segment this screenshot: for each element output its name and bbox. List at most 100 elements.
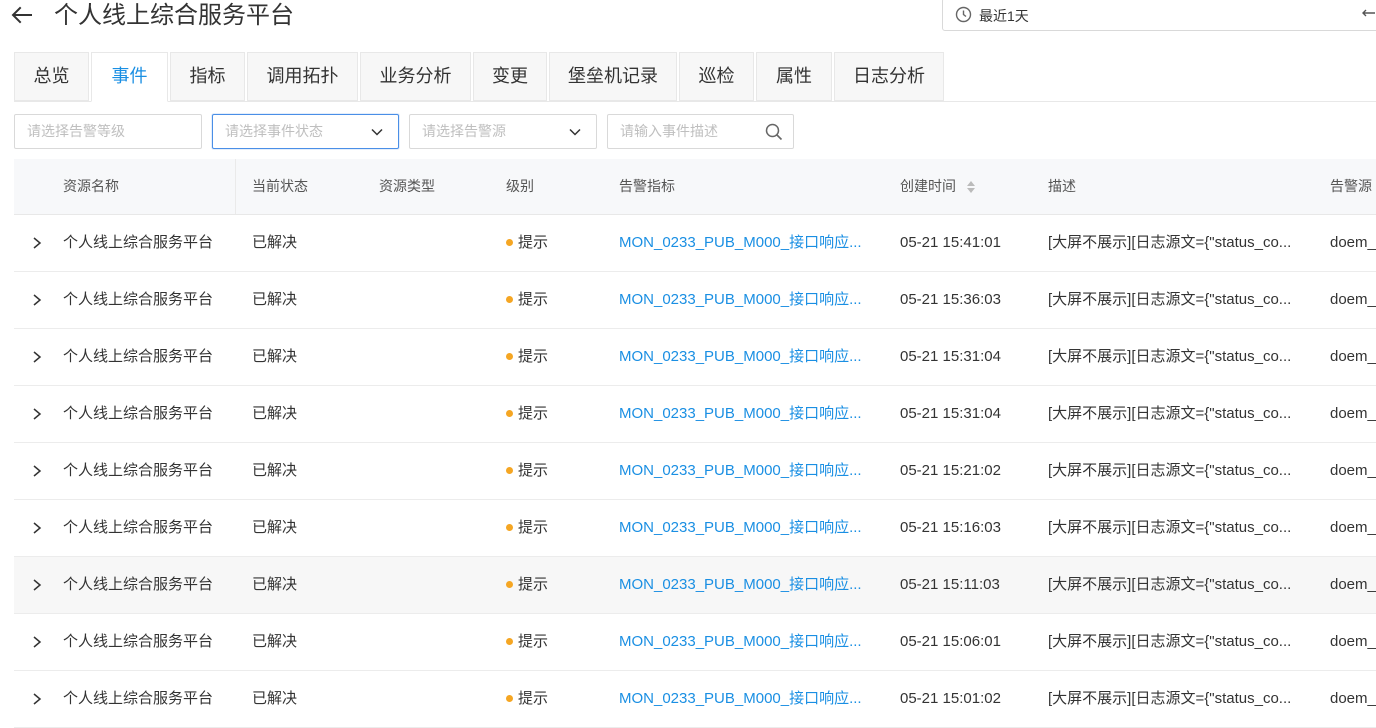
chevron-right-icon[interactable]	[30, 348, 44, 366]
tab-inspection[interactable]: 巡检	[679, 52, 754, 101]
chevron-right-icon[interactable]	[30, 462, 44, 480]
col-alert-metric: 告警指标	[619, 178, 675, 194]
level-cell: 提示	[506, 614, 606, 670]
chevron-right-icon[interactable]	[30, 690, 44, 708]
status-cell: 已解决	[252, 519, 298, 536]
tab-overview[interactable]: 总览	[14, 52, 89, 101]
alert-metric-link[interactable]: MON_0233_PUB_M000_接口响应...	[619, 614, 889, 670]
sort-icon[interactable]	[966, 180, 976, 194]
event-status-placeholder: 请选择事件状态	[225, 123, 323, 139]
resource-name-cell: 个人线上综合服务平台	[63, 291, 214, 308]
level-dot-icon	[506, 580, 513, 588]
resource-name-cell: 个人线上综合服务平台	[63, 462, 214, 479]
chevron-down-icon	[569, 128, 581, 136]
table-row[interactable]: 个人线上综合服务平台 已解决 提示 MON_0233_PUB_M000_接口响应...…	[14, 386, 1376, 443]
time-range-picker[interactable]: 最近1天	[942, 0, 1376, 31]
table-row[interactable]: 个人线上综合服务平台 已解决 提示 MON_0233_PUB_M000_接口响应...…	[14, 557, 1376, 614]
alert-source-placeholder: 请选择告警源	[422, 123, 506, 139]
table-row[interactable]: 个人线上综合服务平台 已解决 提示 MON_0233_PUB_M000_接口响应...…	[14, 671, 1376, 728]
description-cell: [大屏不展示][日志源文={"status_co...	[1048, 405, 1292, 422]
description-cell: [大屏不展示][日志源文={"status_co...	[1048, 462, 1292, 479]
status-cell: 已解决	[252, 348, 298, 365]
level-cell: 提示	[506, 215, 606, 271]
level-dot-icon	[506, 466, 513, 474]
alert-metric-link[interactable]: MON_0233_PUB_M000_接口响应...	[619, 329, 889, 385]
table-row[interactable]: 个人线上综合服务平台 已解决 提示 MON_0233_PUB_M000_接口响应...…	[14, 329, 1376, 386]
alert-source-cell: doem_	[1330, 348, 1376, 365]
event-description-search[interactable]: 请输入事件描述	[607, 114, 794, 149]
alert-metric-link[interactable]: MON_0233_PUB_M000_接口响应...	[619, 386, 889, 442]
chevron-right-icon[interactable]	[30, 519, 44, 537]
level-label: 提示	[518, 633, 549, 650]
level-dot-icon	[506, 352, 513, 360]
clock-icon	[955, 6, 972, 23]
table-row[interactable]: 个人线上综合服务平台 已解决 提示 MON_0233_PUB_M000_接口响应...…	[14, 272, 1376, 329]
level-cell: 提示	[506, 329, 606, 385]
alert-source-select[interactable]: 请选择告警源	[409, 114, 597, 149]
resource-name-cell: 个人线上综合服务平台	[63, 690, 214, 707]
chevron-right-icon[interactable]	[30, 405, 44, 423]
created-time-cell: 05-21 15:06:01	[900, 633, 1001, 650]
col-level: 级别	[506, 178, 534, 194]
tab-changes[interactable]: 变更	[473, 52, 547, 101]
tab-events[interactable]: 事件	[91, 52, 168, 102]
chevron-right-icon[interactable]	[30, 234, 44, 252]
level-label: 提示	[518, 576, 549, 593]
alert-metric-link[interactable]: MON_0233_PUB_M000_接口响应...	[619, 443, 889, 499]
alert-metric-link[interactable]: MON_0233_PUB_M000_接口响应...	[619, 215, 889, 271]
event-status-select[interactable]: 请选择事件状态	[212, 114, 399, 149]
level-label: 提示	[518, 519, 549, 536]
alert-source-cell: doem_	[1330, 690, 1376, 707]
level-cell: 提示	[506, 671, 606, 727]
status-cell: 已解决	[252, 234, 298, 251]
table-row[interactable]: 个人线上综合服务平台 已解决 提示 MON_0233_PUB_M000_接口响应...…	[14, 215, 1376, 272]
alert-metric-link[interactable]: MON_0233_PUB_M000_接口响应...	[619, 671, 889, 727]
level-label: 提示	[518, 405, 549, 422]
chevron-right-icon[interactable]	[30, 633, 44, 651]
tab-call-topology[interactable]: 调用拓扑	[247, 52, 358, 101]
table-row[interactable]: 个人线上综合服务平台 已解决 提示 MON_0233_PUB_M000_接口响应...…	[14, 443, 1376, 500]
col-alert-source: 告警源	[1330, 178, 1372, 194]
alert-metric-link[interactable]: MON_0233_PUB_M000_接口响应...	[619, 500, 889, 556]
alert-source-cell: doem_	[1330, 633, 1376, 650]
description-cell: [大屏不展示][日志源文={"status_co...	[1048, 291, 1292, 308]
status-cell: 已解决	[252, 291, 298, 308]
tab-business-analysis[interactable]: 业务分析	[360, 52, 471, 101]
created-time-cell: 05-21 15:11:03	[900, 576, 1000, 593]
description-cell: [大屏不展示][日志源文={"status_co...	[1048, 519, 1292, 536]
tab-attributes[interactable]: 属性	[756, 52, 832, 101]
alert-source-cell: doem_	[1330, 576, 1376, 593]
status-cell: 已解决	[252, 690, 298, 707]
alert-source-cell: doem_	[1330, 234, 1376, 251]
col-resource-type: 资源类型	[379, 178, 435, 194]
description-cell: [大屏不展示][日志源文={"status_co...	[1048, 633, 1292, 650]
tab-bastion-records[interactable]: 堡垒机记录	[549, 52, 677, 101]
created-time-cell: 05-21 15:36:03	[900, 291, 1001, 308]
level-label: 提示	[518, 291, 549, 308]
table-body: 个人线上综合服务平台 已解决 提示 MON_0233_PUB_M000_接口响应...…	[14, 215, 1376, 728]
alert-level-select[interactable]: 请选择告警等级	[14, 114, 202, 149]
alert-metric-link[interactable]: MON_0233_PUB_M000_接口响应...	[619, 557, 889, 613]
alert-metric-link[interactable]: MON_0233_PUB_M000_接口响应...	[619, 272, 889, 328]
resource-name-cell: 个人线上综合服务平台	[63, 633, 214, 650]
col-resource-name: 资源名称	[63, 178, 119, 194]
chevron-right-icon[interactable]	[30, 576, 44, 594]
col-created-time[interactable]: 创建时间	[900, 159, 976, 214]
chevron-right-icon[interactable]	[30, 291, 44, 309]
level-label: 提示	[518, 234, 549, 251]
col-description: 描述	[1048, 178, 1076, 194]
level-cell: 提示	[506, 500, 606, 556]
return-icon[interactable]	[1362, 7, 1376, 23]
tab-log-analysis[interactable]: 日志分析	[834, 52, 944, 101]
arrow-left-icon	[11, 6, 32, 24]
tab-metrics[interactable]: 指标	[170, 52, 245, 101]
level-dot-icon	[506, 295, 513, 303]
level-cell: 提示	[506, 557, 606, 613]
table-header: 资源名称 当前状态 资源类型 级别 告警指标 创建时间 描述 告警源	[14, 159, 1376, 215]
description-cell: [大屏不展示][日志源文={"status_co...	[1048, 576, 1292, 593]
tab-bar: 总览 事件 指标 调用拓扑 业务分析 变更 堡垒机记录 巡检 属性 日志分析	[14, 52, 1376, 102]
table-row[interactable]: 个人线上综合服务平台 已解决 提示 MON_0233_PUB_M000_接口响应...…	[14, 614, 1376, 671]
search-icon[interactable]	[765, 123, 783, 141]
table-row[interactable]: 个人线上综合服务平台 已解决 提示 MON_0233_PUB_M000_接口响应...…	[14, 500, 1376, 557]
back-button[interactable]	[10, 0, 38, 32]
